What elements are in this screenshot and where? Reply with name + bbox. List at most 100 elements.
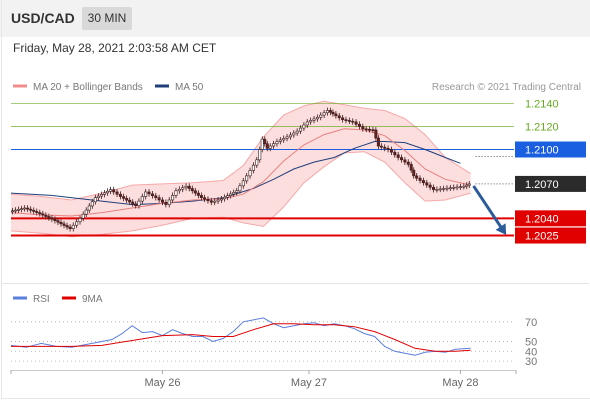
rsi-line [10, 317, 471, 356]
candle-body [112, 189, 116, 193]
candle-body [206, 198, 210, 202]
candle-body [295, 130, 299, 134]
legend-label-ma20: MA 20 + Bollinger Bands [33, 82, 143, 93]
candle-body [26, 207, 30, 210]
candle-body [171, 195, 175, 201]
candle-body [248, 170, 252, 177]
candle-body [315, 117, 319, 120]
candle-body [147, 191, 151, 195]
candle-body [379, 145, 383, 148]
candle-body [292, 132, 296, 136]
candle-body [50, 217, 54, 220]
candle-body [389, 149, 393, 153]
candle-body [32, 209, 36, 212]
candle-body [319, 114, 323, 118]
candle-body [167, 199, 171, 205]
candle-body [331, 111, 335, 115]
copyright-text: Research © 2021 Trading Central [432, 82, 581, 93]
candle-body [435, 188, 439, 191]
candle-body [229, 193, 233, 196]
candle-body [455, 186, 459, 189]
candle-body [193, 190, 197, 194]
legend-label-9ma: 9MA [82, 294, 103, 305]
candle-body [164, 201, 168, 205]
candle-body [400, 157, 404, 161]
candle-body [71, 224, 75, 229]
candle-body [65, 225, 69, 228]
candle-body [81, 213, 85, 219]
candle-body [187, 185, 191, 189]
legend-swatch-rsi [13, 296, 27, 300]
candle-body [93, 197, 97, 203]
candle-body [299, 127, 303, 132]
candle-body [337, 115, 341, 119]
candle-body [374, 129, 378, 139]
candle-body [219, 198, 223, 201]
candle-body [268, 145, 272, 149]
level-label-5: 1.2025 [525, 231, 559, 243]
candle-body [302, 124, 306, 129]
candle-body [11, 210, 15, 213]
candle-body [282, 138, 286, 141]
candle-body [38, 212, 42, 215]
candle-body [245, 175, 249, 182]
rsi-tick-label-3: 30 [525, 356, 537, 368]
candle-body [432, 187, 436, 190]
candle-body [368, 128, 372, 131]
candle-body [406, 161, 410, 165]
candle-body [418, 177, 422, 181]
candle-body [68, 226, 72, 229]
candle-body [309, 120, 313, 123]
candle-body [203, 197, 207, 200]
candle-body [232, 192, 236, 195]
candle-body [90, 201, 94, 207]
x-tick-label-0: May 26 [144, 377, 180, 389]
rsi-tick-label-0: 70 [525, 317, 537, 329]
candle-body [260, 138, 264, 150]
candle-body [325, 110, 329, 114]
x-tick-label-1: May 27 [291, 377, 327, 389]
candle-body [328, 110, 332, 113]
candle-body [251, 164, 255, 171]
candle-body [84, 209, 88, 215]
candle-body [428, 184, 432, 188]
rsi-9ma-line [11, 323, 471, 352]
candle-body [361, 126, 365, 130]
candle-body [161, 199, 165, 203]
legend-swatch-9ma [62, 296, 76, 300]
candle-body [105, 190, 109, 194]
candle-body [272, 143, 276, 147]
candle-body [265, 143, 269, 149]
candle-body [458, 186, 462, 188]
candle-body [357, 123, 361, 127]
candle-body [285, 136, 289, 139]
candle-body [452, 187, 456, 189]
candle-body [115, 191, 119, 195]
legend-swatch-ma20 [13, 84, 27, 88]
candle-body [383, 146, 387, 149]
candle-body [354, 121, 358, 125]
candle-body [99, 194, 103, 197]
candle-body [403, 159, 407, 163]
candle-body [20, 208, 24, 210]
candle-body [102, 192, 106, 195]
candle-body [216, 199, 220, 202]
candle-body [305, 121, 309, 126]
candle-body [87, 205, 91, 211]
candle-body [263, 138, 267, 145]
projection-arrow-shaft [472, 185, 506, 233]
candle-body [47, 216, 51, 219]
level-label-0: 1.2140 [525, 99, 559, 111]
legend-label-ma50: MA 50 [175, 82, 204, 93]
candle-body [75, 221, 79, 226]
candle-body [62, 223, 66, 226]
candle-body [17, 209, 21, 211]
candle-body [209, 200, 213, 203]
level-label-1: 1.2120 [525, 122, 559, 134]
candle-body [344, 119, 348, 121]
candle-body [41, 213, 45, 216]
candle-body [140, 196, 144, 202]
level-label-3: 1.2070 [525, 179, 559, 191]
candle-body [238, 185, 242, 192]
candle-body [425, 182, 429, 186]
